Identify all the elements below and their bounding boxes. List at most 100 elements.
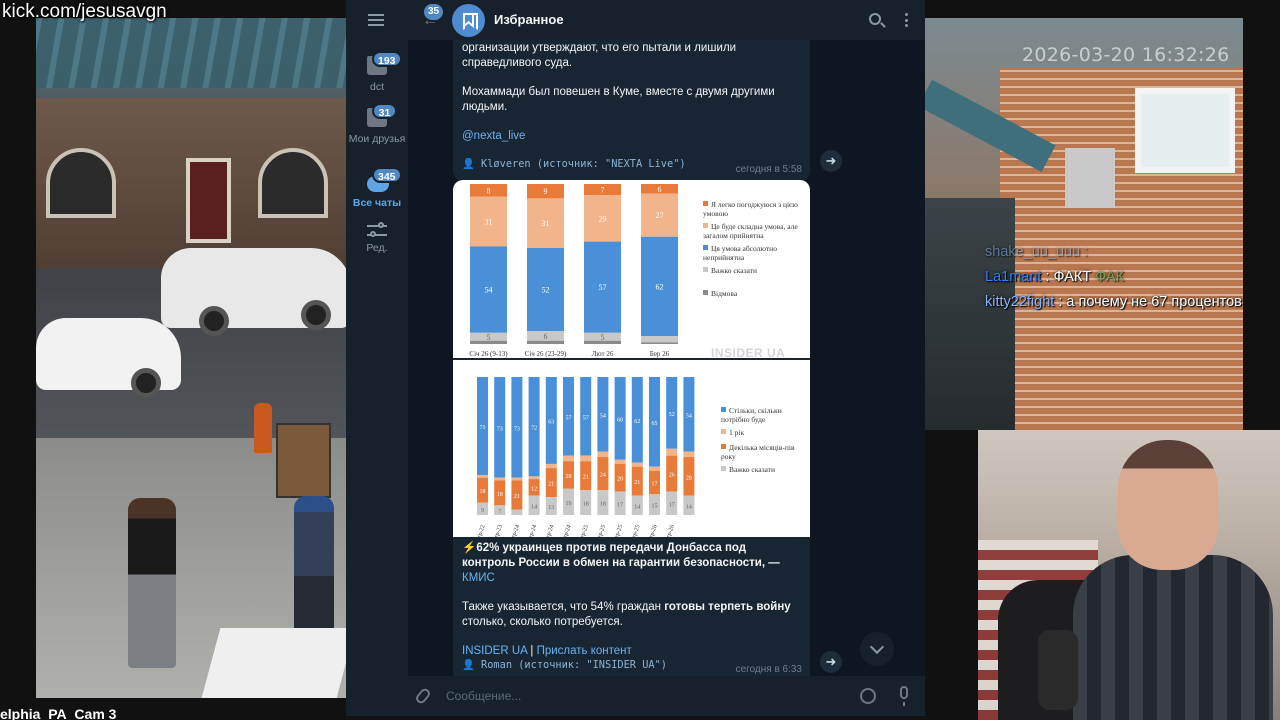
message-text: организации утверждают, что его пытали и… xyxy=(462,42,737,69)
folder-dct[interactable]: 193 dct xyxy=(346,51,408,110)
bar-segment xyxy=(631,462,643,467)
data-label: 17 xyxy=(669,502,675,508)
data-label: 14 xyxy=(686,504,692,510)
chat-emote: ФАК xyxy=(1095,269,1125,285)
submit-content-link[interactable]: Прислать контент xyxy=(537,645,632,657)
bar-segment xyxy=(614,459,626,464)
data-label: 9 xyxy=(481,508,484,514)
data-label: 62 xyxy=(656,282,664,291)
folder-sidebar: 193 dct 31 Мои друзья 345 Все чаты Ред. xyxy=(346,0,408,716)
chat-username: kitty22fight xyxy=(985,294,1055,310)
saved-messages-avatar[interactable] xyxy=(452,4,485,37)
tick-label: тр-24 xyxy=(545,524,555,537)
data-label: 20 xyxy=(617,477,623,483)
tick-label: Січ 26 (9-13) xyxy=(469,350,508,358)
more-options-icon[interactable] xyxy=(905,13,908,27)
emoji-icon[interactable] xyxy=(860,688,876,704)
bar-segment xyxy=(580,455,592,462)
message-feed[interactable]: организации утверждают, что его пытали и… xyxy=(408,40,925,676)
poll-chart-image[interactable]: 71 18 9 тр-22 73 18 7 тр-23 73 21 тр-24 72 12 14 тр-24… xyxy=(453,360,810,537)
data-label: 57 xyxy=(599,283,607,292)
message-caption: ⚡62% украинцев против передачи Донбасса … xyxy=(462,541,802,673)
body-bold-text: готовы терпеть войну xyxy=(664,601,791,613)
data-label: 19 xyxy=(566,501,572,507)
legend-item: Важко сказати xyxy=(703,266,803,275)
message-bubble: 8 31 54 5 Січ 26 (9-13) 9 31 52 6 Січ 26 (23-29) 7… xyxy=(453,180,810,676)
forward-source[interactable]: 👤 Roman (источник: "INSIDER UA") xyxy=(462,658,667,673)
microphone-icon[interactable] xyxy=(900,686,908,706)
rail-camera-feed xyxy=(925,18,1243,430)
chat-message: La1mant : ФАКТ ФАК xyxy=(985,265,1245,290)
folder-my-friends[interactable]: 31 Мои друзья xyxy=(346,103,408,162)
bar-segment xyxy=(584,340,621,344)
data-label: 5 xyxy=(601,333,605,342)
forward-arrow-icon[interactable]: ➜ xyxy=(820,150,842,172)
bar-segment xyxy=(477,474,488,478)
message-bubble: организации утверждают, что его пытали и… xyxy=(453,40,810,181)
headline: ⚡62% украинцев против передачи Донбасса … xyxy=(462,541,802,586)
bar-segment xyxy=(470,340,507,344)
bar-segment xyxy=(641,342,678,344)
stream-frame: elphia_PA_Cam 3 2026-03-20 16:32:26 shak… xyxy=(0,0,1280,720)
streamer-body xyxy=(1073,555,1273,720)
folder-label: Ред. xyxy=(366,242,388,254)
data-label: 62 xyxy=(634,419,640,425)
data-label: 6 xyxy=(544,332,548,341)
folder-label: Мои друзья xyxy=(348,133,406,145)
legend-label: Я легко погоджуюся з цією умовою xyxy=(703,200,798,218)
poll-chart-image[interactable]: 8 31 54 5 Січ 26 (9-13) 9 31 52 6 Січ 26 (23-29) 7… xyxy=(453,180,810,358)
watermark: INSIDER UA xyxy=(711,346,786,358)
data-label: 71 xyxy=(480,425,486,431)
bar-segment xyxy=(511,509,523,515)
tick-label: тр-24 xyxy=(511,524,521,537)
legend-label: Важко сказати xyxy=(711,266,757,275)
telegram-window: 193 dct 31 Мои друзья 345 Все чаты Ред. xyxy=(346,0,925,716)
data-label: 21 xyxy=(514,494,520,500)
arched-window xyxy=(46,148,116,218)
legend-item: Це буде складна умова, але загалом прийн… xyxy=(703,222,803,240)
data-label: 54 xyxy=(600,413,606,419)
menu-icon[interactable] xyxy=(368,14,384,26)
channel-url: kick.com/jesusavgn xyxy=(2,1,167,22)
chat-title[interactable]: Избранное xyxy=(494,12,564,27)
channel-link[interactable]: @nexta_live xyxy=(462,129,801,144)
data-label: 28 xyxy=(686,475,692,481)
forward-arrow-icon[interactable]: ➜ xyxy=(820,651,842,673)
chat-header: ← 35 Избранное xyxy=(408,0,925,40)
data-label: 26 xyxy=(669,473,675,479)
tick-label: тр-26 xyxy=(648,524,658,537)
camera-timestamp: 2026-03-20 16:32:26 xyxy=(1022,44,1230,66)
data-label: 17 xyxy=(652,482,658,488)
message-input[interactable] xyxy=(446,684,846,708)
bar-segment xyxy=(545,463,557,469)
message-time: сегодня в 6:33 xyxy=(735,664,802,675)
data-label: 52 xyxy=(669,412,675,418)
bar-segment xyxy=(494,477,506,481)
data-label: 20 xyxy=(566,474,572,480)
folder-edit[interactable]: Ред. xyxy=(346,210,408,268)
forward-source[interactable]: 👤 Kløveren (источник: "NEXTA Live") xyxy=(462,157,686,172)
data-label: 73 xyxy=(497,426,503,432)
tick-label: тр-25 xyxy=(580,524,590,537)
tick-label: тр-25 xyxy=(597,524,607,537)
streamer-head xyxy=(1118,440,1218,570)
bar-segment xyxy=(563,455,574,462)
bar-segment xyxy=(641,336,678,343)
legend-item: Стільки, скільки потрібно буде xyxy=(721,406,807,424)
microphone xyxy=(1038,630,1078,710)
channel-link[interactable]: INSIDER UA xyxy=(462,645,527,657)
wall-panel xyxy=(1065,148,1115,208)
streamer-webcam xyxy=(978,430,1280,720)
tick-label: тр-25 xyxy=(614,524,624,537)
data-label: 31 xyxy=(542,219,550,228)
folder-label: Все чаты xyxy=(352,197,402,209)
data-label: 18 xyxy=(480,489,486,495)
scroll-down-button[interactable] xyxy=(860,632,894,666)
data-label: 7 xyxy=(498,509,501,515)
bar-segment xyxy=(511,477,523,481)
chat-text: : ФАКТ xyxy=(1045,269,1092,285)
source-link[interactable]: КМИС xyxy=(462,572,495,584)
paperclip-icon[interactable] xyxy=(414,686,432,706)
legend-label: Декілька місяців-пів року xyxy=(721,443,795,461)
search-icon[interactable] xyxy=(869,13,881,25)
